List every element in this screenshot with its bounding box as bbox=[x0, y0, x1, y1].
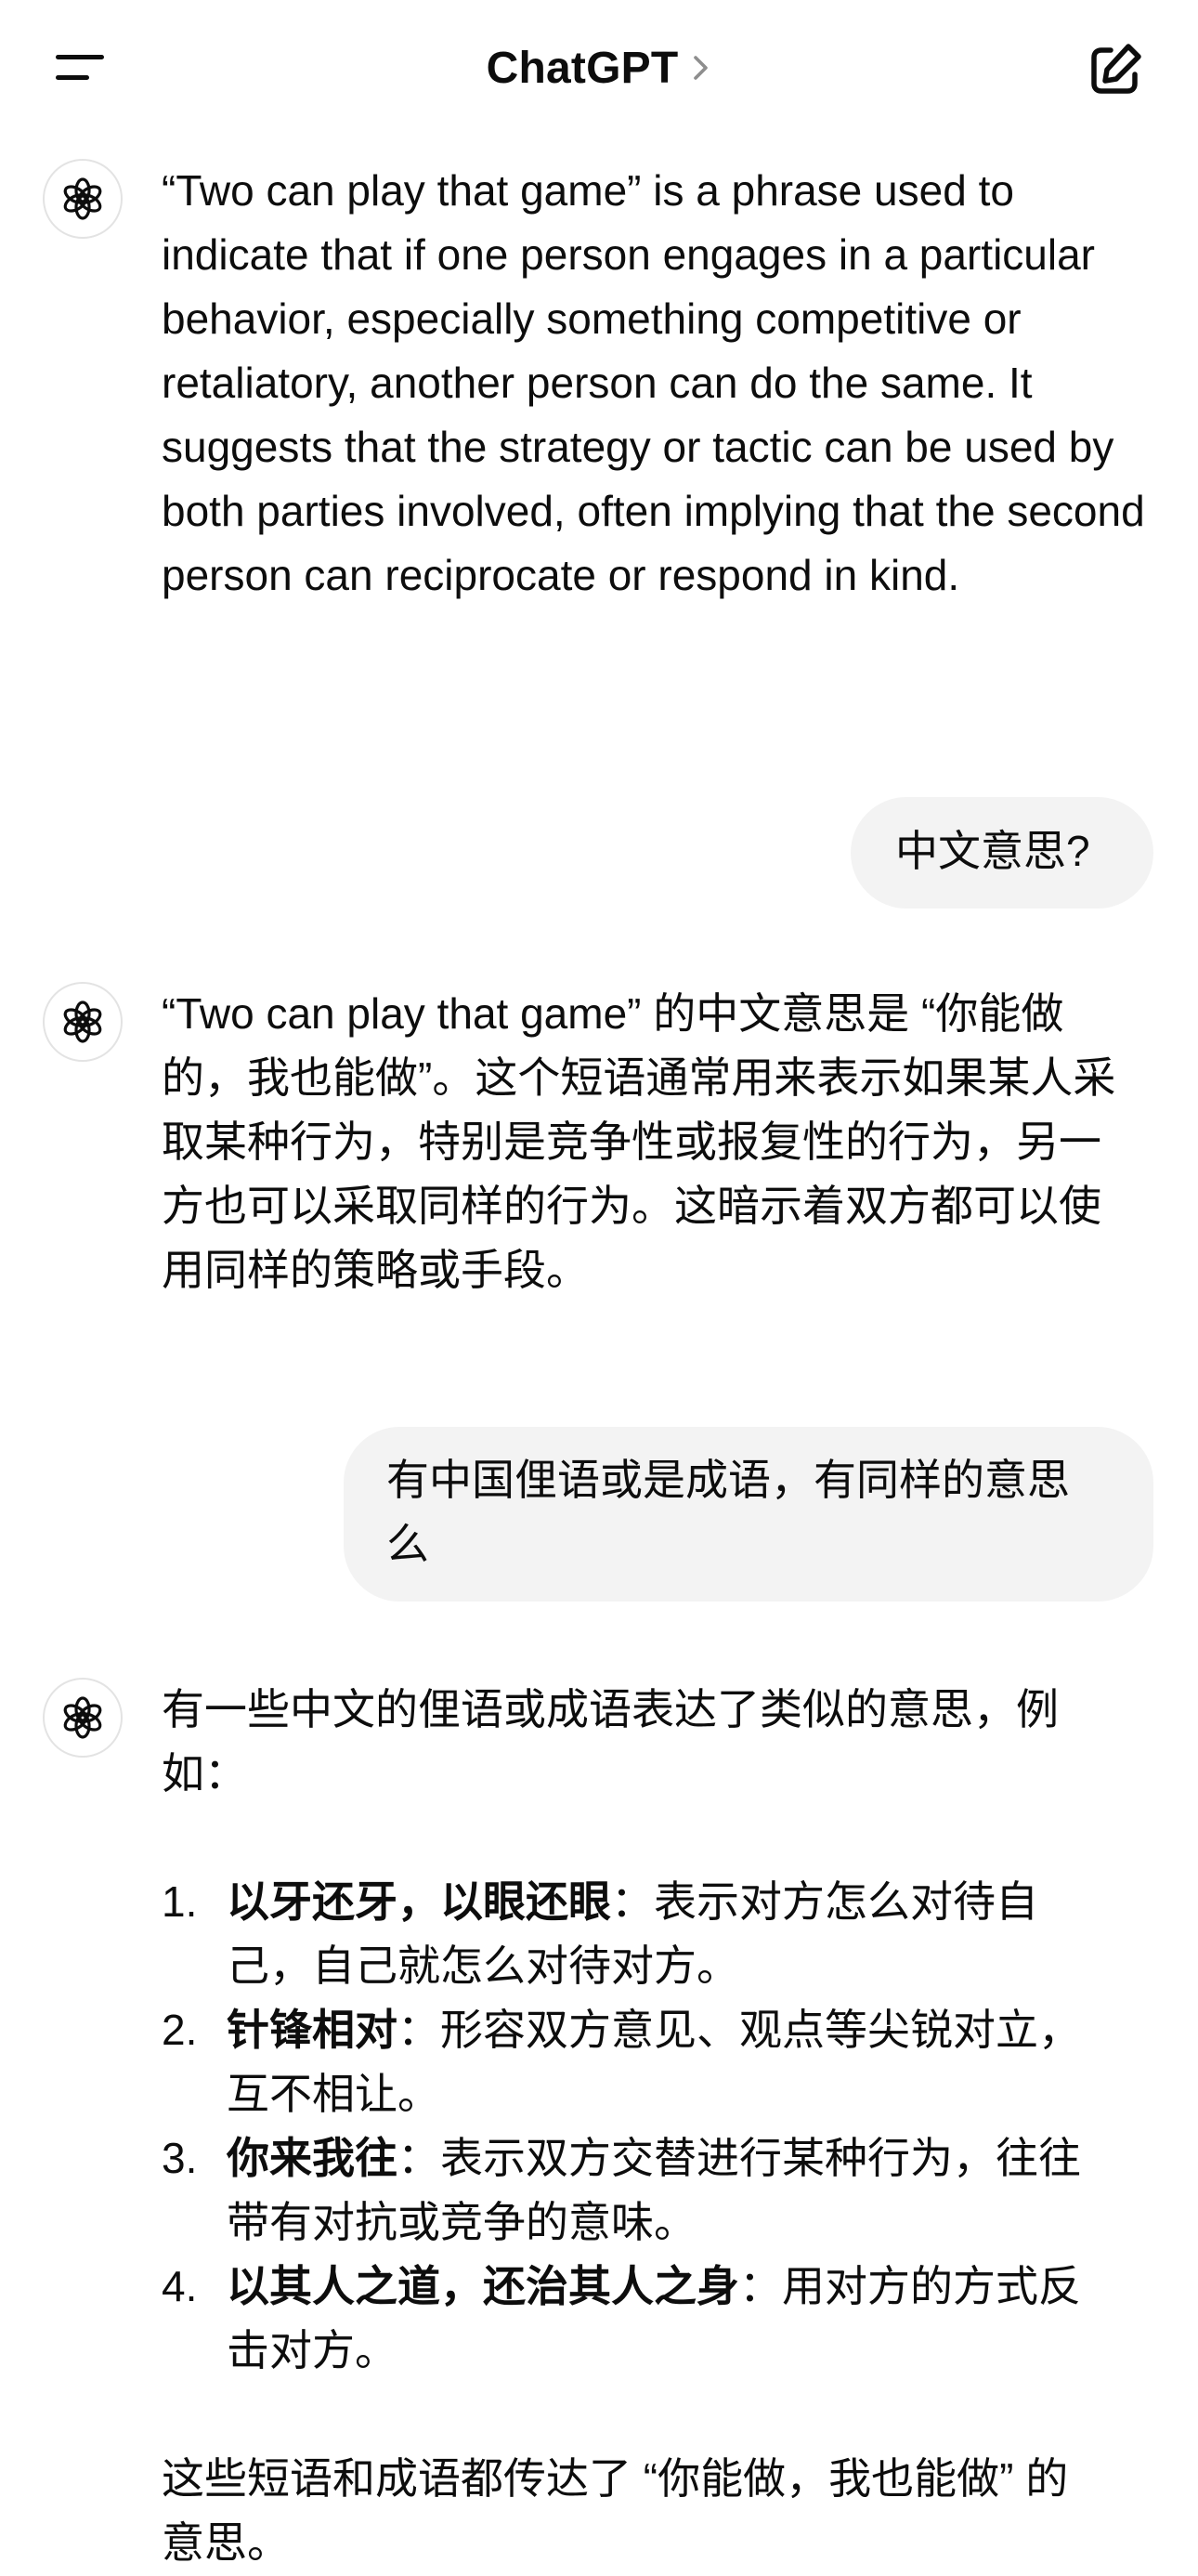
assistant-message-text: 有一些中文的俚语或成语表达了类似的意思，例如： 1. 以牙还牙，以眼还眼：表示对… bbox=[162, 1678, 1090, 2575]
avatar bbox=[43, 1678, 123, 1758]
title-area: ChatGPT bbox=[0, 35, 1198, 100]
idiom-term: 针锋相对 bbox=[227, 2006, 397, 2054]
app-title: ChatGPT bbox=[486, 43, 679, 93]
top-bar: ChatGPT bbox=[0, 0, 1198, 135]
message-paragraph: “Two can play that game” 的中文意思是 “你能做的，我也… bbox=[162, 989, 1116, 1294]
idiom-list: 1. 以牙还牙，以眼还眼：表示对方怎么对待自己，自己就怎么对待对方。 2. 针锋… bbox=[162, 1870, 1090, 2383]
avatar bbox=[43, 982, 123, 1062]
message-outro: 这些短语和成语都传达了 “你能做，我也能做” 的意思。 bbox=[162, 2454, 1069, 2567]
idiom-term: 你来我往 bbox=[227, 2134, 397, 2182]
model-selector[interactable]: ChatGPT bbox=[487, 43, 712, 94]
list-item: 2. 针锋相对：形容双方意见、观点等尖锐对立，互不相让。 bbox=[162, 1998, 1090, 2126]
new-chat-button[interactable] bbox=[1077, 33, 1152, 108]
user-message-text: 有中国俚语或是成语，有同样的意思么 bbox=[386, 1456, 1070, 1568]
list-number: 2. bbox=[162, 2006, 198, 2054]
list-item: 1. 以牙还牙，以眼还眼：表示对方怎么对待自己，自己就怎么对待对方。 bbox=[162, 1870, 1090, 1998]
list-number: 4. bbox=[162, 2262, 198, 2310]
openai-logo-icon bbox=[63, 1696, 102, 1739]
openai-logo-icon bbox=[63, 1000, 102, 1043]
user-message-text: 中文意思? bbox=[895, 827, 1090, 875]
list-number: 1. bbox=[162, 1877, 198, 1926]
assistant-message-text: “Two can play that game” is a phrase use… bbox=[162, 159, 1165, 608]
list-item: 4. 以其人之道，还治其人之身：用对方的方式反击对方。 bbox=[162, 2255, 1090, 2383]
avatar bbox=[43, 159, 123, 239]
openai-logo-icon bbox=[63, 177, 102, 220]
assistant-message-text: “Two can play that game” 的中文意思是 “你能做的，我也… bbox=[162, 982, 1127, 1302]
new-chat-edit-icon bbox=[1091, 44, 1141, 94]
chevron-right-icon bbox=[694, 56, 709, 80]
list-number: 3. bbox=[162, 2134, 198, 2182]
user-message: 中文意思? bbox=[851, 797, 1153, 909]
list-item: 3. 你来我往：表示双方交替进行某种行为，往往带有对抗或竞争的意味。 bbox=[162, 2126, 1090, 2255]
idiom-term: 以其人之道，还治其人之身 bbox=[227, 2262, 739, 2310]
message-intro: 有一些中文的俚语或成语表达了类似的意思，例如： bbox=[162, 1685, 1059, 1798]
message-paragraph: “Two can play that game” is a phrase use… bbox=[162, 166, 1145, 599]
user-message: 有中国俚语或是成语，有同样的意思么 bbox=[344, 1427, 1153, 1602]
idiom-term: 以牙还牙，以眼还眼 bbox=[227, 1877, 611, 1926]
